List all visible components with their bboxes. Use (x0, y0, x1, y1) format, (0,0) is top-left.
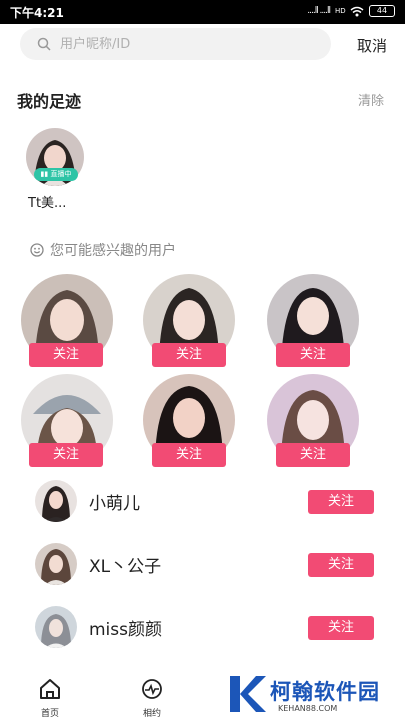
live-badge: ▮▮ 直播中 (34, 168, 78, 181)
follow-button[interactable]: 关注 (308, 553, 374, 577)
list-username: 小萌儿 (89, 494, 140, 514)
list-avatar[interactable] (35, 480, 77, 522)
pulse-icon (142, 679, 162, 699)
signal-icon: ....ll ....ll (307, 6, 331, 16)
list-username: XL丶公子 (89, 557, 162, 577)
battery-level: 44 (369, 5, 395, 17)
tab-home[interactable]: 首页 (20, 678, 80, 719)
status-bar: 下午4:21 ....ll ....ll HD 44 (0, 0, 405, 24)
follow-button[interactable]: 关注 (308, 490, 374, 514)
follow-button[interactable]: 关注 (29, 443, 103, 467)
footprints-title: 我的足迹 (17, 92, 82, 111)
tab-home-label: 首页 (40, 709, 59, 719)
status-time: 下午4:21 (10, 6, 64, 20)
follow-button[interactable]: 关注 (276, 343, 350, 367)
wifi-icon (350, 6, 364, 16)
live-bars-icon: ▮▮ (40, 170, 51, 178)
list-item[interactable]: 小萌儿 关注 (0, 475, 405, 527)
watermark-url: KEHAN88.COM (278, 704, 338, 713)
follow-button[interactable]: 关注 (152, 343, 226, 367)
suggested-title: 您可能感兴趣的用户 (30, 240, 176, 260)
home-icon (40, 679, 60, 699)
search-icon (37, 37, 51, 51)
status-icons: ....ll ....ll HD 44 (307, 5, 395, 17)
tab-dating-label: 相约 (142, 709, 161, 719)
footprint-name[interactable]: Tt美... (28, 192, 66, 211)
follow-button[interactable]: 关注 (276, 443, 350, 467)
list-username: miss颜颜 (89, 620, 162, 640)
network-type: HD (335, 6, 346, 15)
suggested-title-text: 您可能感兴趣的用户 (50, 243, 176, 259)
smiley-icon (30, 243, 44, 257)
search-input[interactable] (60, 28, 320, 60)
list-avatar[interactable] (35, 606, 77, 648)
cancel-button[interactable]: 取消 (357, 35, 387, 56)
tab-dating[interactable]: 相约 (122, 678, 182, 719)
list-item[interactable]: XL丶公子 关注 (0, 538, 405, 590)
watermark-logo-icon (230, 676, 266, 712)
follow-button[interactable]: 关注 (152, 443, 226, 467)
list-avatar[interactable] (35, 543, 77, 585)
watermark-text: 柯翰软件园 (270, 680, 380, 704)
clear-button[interactable]: 清除 (358, 90, 384, 109)
list-item[interactable]: miss颜颜 关注 (0, 601, 405, 653)
follow-button[interactable]: 关注 (308, 616, 374, 640)
follow-button[interactable]: 关注 (29, 343, 103, 367)
watermark: 柯翰软件园 KEHAN88.COM (226, 672, 396, 720)
search-bar[interactable] (20, 28, 331, 60)
live-badge-label: 直播中 (50, 170, 72, 178)
